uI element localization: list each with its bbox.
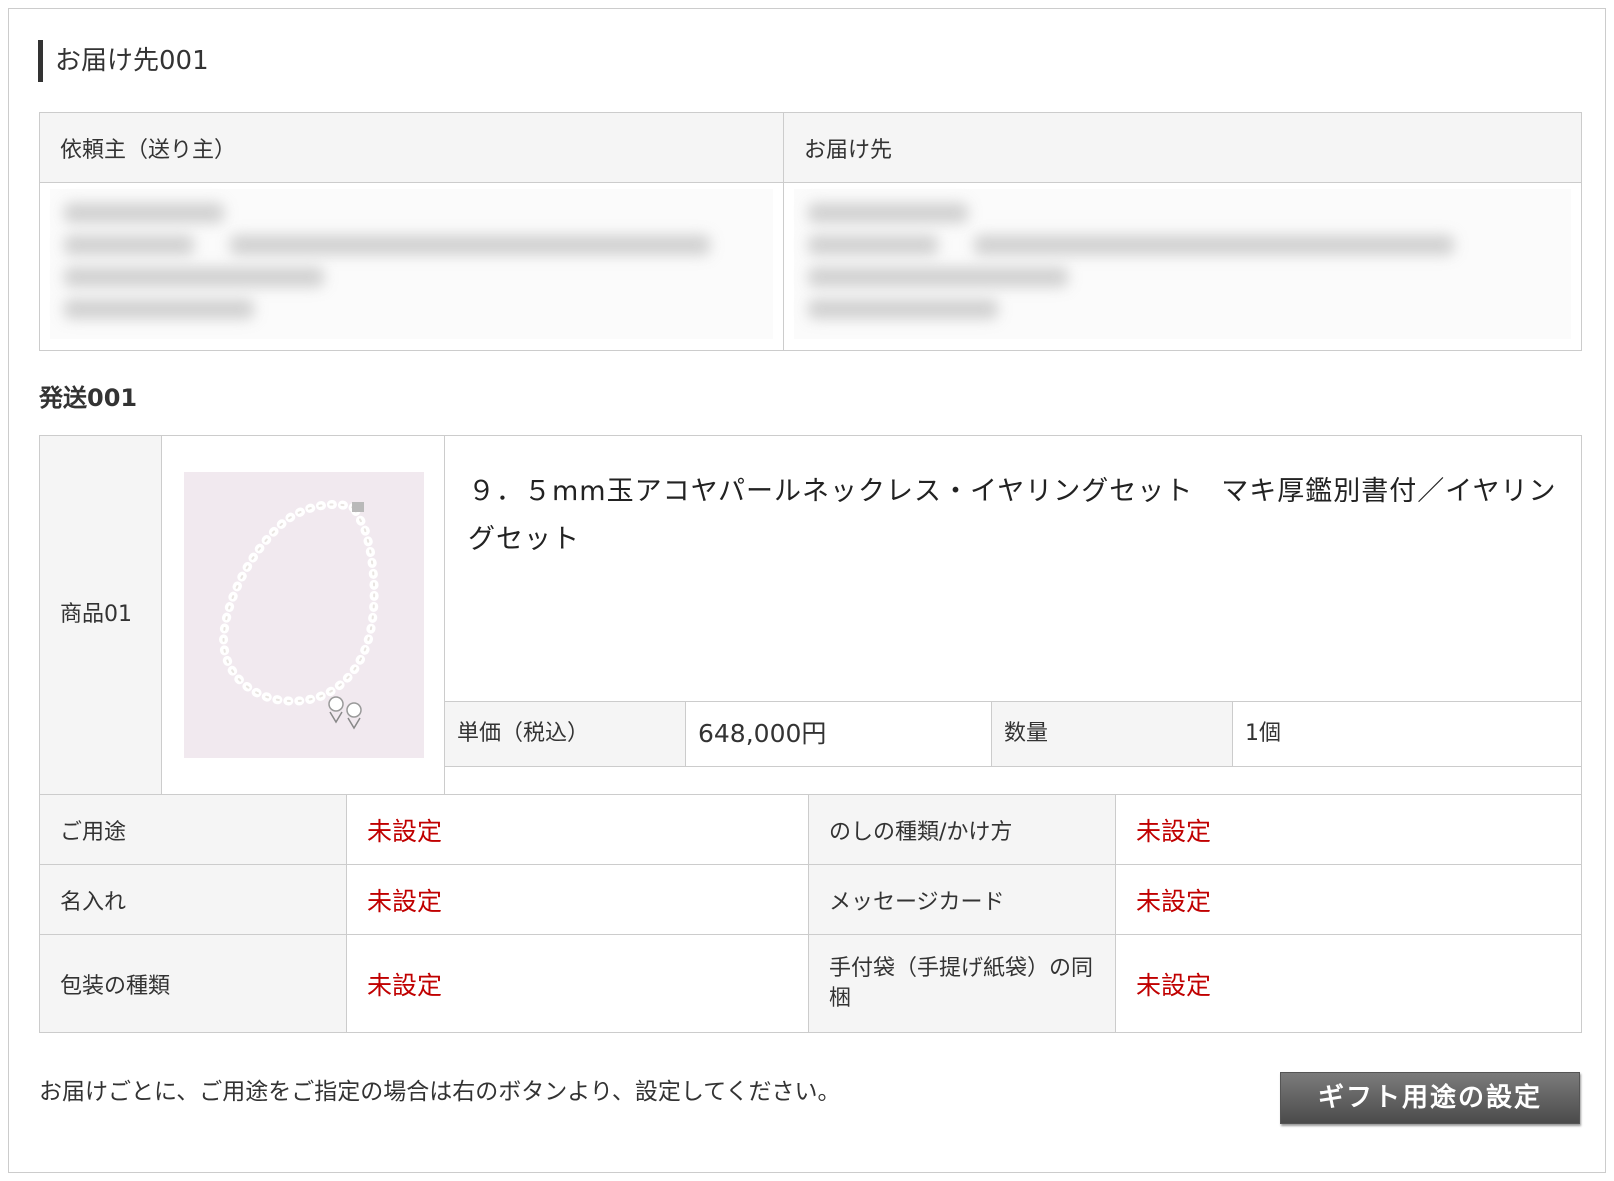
product-row: 商品01 ９．５mm玉アコヤパールネックレス・イヤリングセット マキ厚鑑別書付／…	[39, 435, 1582, 795]
recipient-address	[783, 182, 1582, 351]
recipient-address-redacted	[794, 189, 1571, 339]
product-label: 商品01	[40, 436, 162, 794]
gift-options-table: ご用途 未設定 のしの種類/かけ方 未設定 名入れ 未設定 メッセージカード 未…	[39, 794, 1582, 1033]
option-label: 手付袋（手提げ紙袋）の同梱	[808, 934, 1116, 1033]
option-label: 名入れ	[39, 864, 347, 935]
gift-settings-button[interactable]: ギフト用途の設定	[1280, 1072, 1580, 1124]
option-label: ご用途	[39, 794, 347, 865]
recipient-header: お届け先	[783, 112, 1582, 183]
gift-setting-note: お届けごとに、ご用途をご指定の場合は右のボタンより、設定してください。	[39, 1079, 841, 1105]
product-image-cell	[162, 436, 445, 794]
option-value: 未設定	[346, 864, 809, 935]
option-label: メッセージカード	[808, 864, 1116, 935]
unit-price-value: 648,000円	[686, 702, 992, 766]
sender-address	[39, 182, 784, 351]
option-label: のしの種類/かけ方	[808, 794, 1116, 865]
option-value: 未設定	[1115, 794, 1582, 865]
unit-price-label: 単価（税込）	[445, 702, 686, 766]
sender-header: 依頼主（送り主）	[39, 112, 784, 183]
product-image[interactable]	[184, 472, 424, 758]
product-name: ９．５mm玉アコヤパールネックレス・イヤリングセット マキ厚鑑別書付／イヤリング…	[468, 476, 1557, 555]
delivery-section-title: お届け先001	[38, 40, 209, 82]
option-value: 未設定	[1115, 934, 1582, 1033]
address-table: 依頼主（送り主） お届け先	[39, 112, 1582, 351]
sender-address-redacted	[50, 189, 773, 339]
option-value: 未設定	[346, 794, 809, 865]
quantity-label: 数量	[992, 702, 1233, 766]
shipment-title: 発送001	[39, 384, 138, 412]
option-value: 未設定	[1115, 864, 1582, 935]
quantity-value: 1個	[1245, 721, 1281, 746]
option-value: 未設定	[346, 934, 809, 1033]
price-quantity-row: 単価（税込） 648,000円 数量 1個	[445, 701, 1581, 767]
option-label: 包装の種類	[39, 934, 347, 1033]
